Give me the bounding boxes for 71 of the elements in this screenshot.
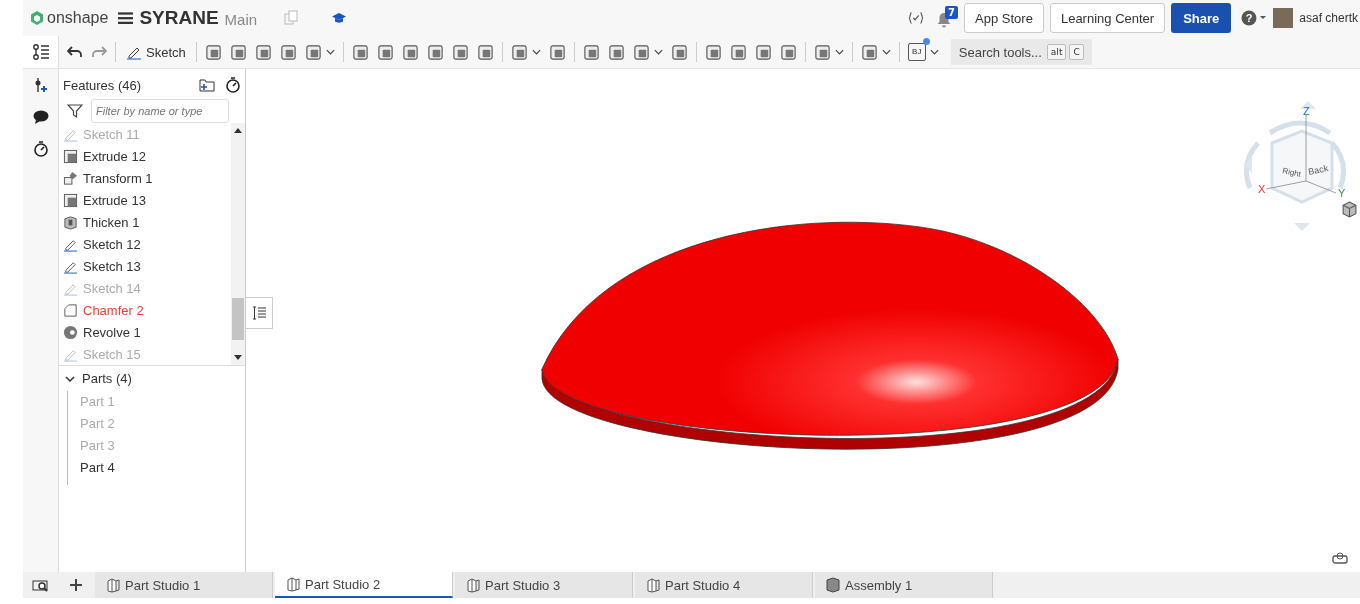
search-tools-field[interactable]: Search tools... alt C: [950, 39, 1092, 65]
caret-icon[interactable]: [834, 49, 844, 55]
document-tab[interactable]: Assembly 1: [815, 572, 993, 598]
part-studio-icon: [645, 577, 661, 593]
feature-item[interactable]: Extrude 13: [59, 189, 231, 211]
thicken-icon: [63, 214, 78, 230]
document-title: SYRANE: [139, 7, 219, 29]
caret-icon[interactable]: [881, 49, 891, 55]
header-button[interactable]: Learning Center: [1049, 3, 1166, 33]
part-studio-icon: [285, 576, 301, 592]
notification-badge: 7: [945, 6, 959, 19]
chevron-icon: [65, 375, 75, 382]
feature-item[interactable]: Thicken 1: [59, 211, 231, 233]
redo-icon[interactable]: [91, 44, 107, 60]
variables-icon[interactable]: [908, 10, 925, 26]
feature-list-icon[interactable]: [31, 43, 50, 61]
caret-icon[interactable]: [325, 49, 335, 55]
avatar-image[interactable]: [1273, 8, 1294, 28]
caret-icon[interactable]: [929, 49, 939, 55]
filter-icon[interactable]: [67, 103, 83, 119]
scroll-up-icon[interactable]: [234, 128, 242, 133]
parts-header[interactable]: Parts (4): [59, 366, 245, 391]
extrude-icon: [63, 192, 78, 208]
features-title: Features (46): [63, 77, 143, 93]
keyboard-key: C: [1069, 44, 1084, 60]
document-tab[interactable]: Part Studio 1: [95, 572, 273, 598]
list-toggle-button[interactable]: [246, 297, 273, 329]
share-button[interactable]: Share: [1171, 3, 1232, 33]
chamfer-icon: [63, 302, 78, 318]
feature-item[interactable]: Revolve 1: [59, 321, 231, 343]
variable-studio-icon[interactable]: BJ: [907, 43, 926, 61]
list-icon: [251, 305, 267, 321]
scrollbar-thumb[interactable]: [232, 298, 244, 340]
extrude-icon: [63, 148, 78, 164]
assembly-icon: [825, 577, 841, 593]
search-icon[interactable]: [32, 577, 48, 593]
add-folder-icon[interactable]: [199, 77, 215, 93]
filter-field[interactable]: Filter by name or type: [91, 99, 229, 123]
document-tab[interactable]: Part Studio 3: [455, 572, 633, 598]
undo-icon[interactable]: [67, 44, 83, 60]
stopwatch-icon[interactable]: [32, 141, 49, 157]
camera-icon[interactable]: [1332, 552, 1348, 564]
add-icon[interactable]: [68, 577, 84, 593]
transform-icon: [63, 170, 78, 186]
document-tab[interactable]: Part Studio 2: [275, 572, 453, 598]
logo-icon: [29, 10, 45, 26]
stopwatch-icon[interactable]: [225, 77, 241, 93]
document-tab[interactable]: Part Studio 4: [635, 572, 813, 598]
part-item[interactable]: Part 4: [80, 457, 245, 479]
feature-item[interactable]: Extrude 12: [59, 145, 231, 167]
brand-name[interactable]: onshape: [47, 9, 109, 27]
scroll-down-icon[interactable]: [234, 355, 242, 360]
graduation-cap-icon[interactable]: [331, 10, 348, 26]
part-studio-icon: [105, 577, 121, 593]
revolve-icon: [63, 324, 78, 340]
feature-item[interactable]: Sketch 12: [59, 233, 231, 255]
view-cube-drawing[interactable]: Right Back Z X Y: [1230, 93, 1360, 243]
header-button[interactable]: App Store: [964, 3, 1044, 33]
keyboard-key: alt: [1046, 44, 1067, 60]
info-dot-icon: [922, 38, 930, 45]
caret-icon[interactable]: [531, 49, 541, 55]
comment-icon[interactable]: [32, 109, 49, 125]
user-name[interactable]: asaf chertk: [1299, 11, 1358, 25]
feature-item[interactable]: Chamfer 2: [59, 299, 231, 321]
cube-icon[interactable]: [1341, 201, 1358, 218]
sketch-button[interactable]: Sketch: [124, 44, 188, 60]
caret-icon[interactable]: [653, 49, 663, 55]
feature-item[interactable]: Transform 1: [59, 167, 231, 189]
part-studio-icon: [465, 577, 481, 593]
menu-icon[interactable]: [118, 11, 134, 25]
feature-item[interactable]: Sketch 13: [59, 255, 231, 277]
